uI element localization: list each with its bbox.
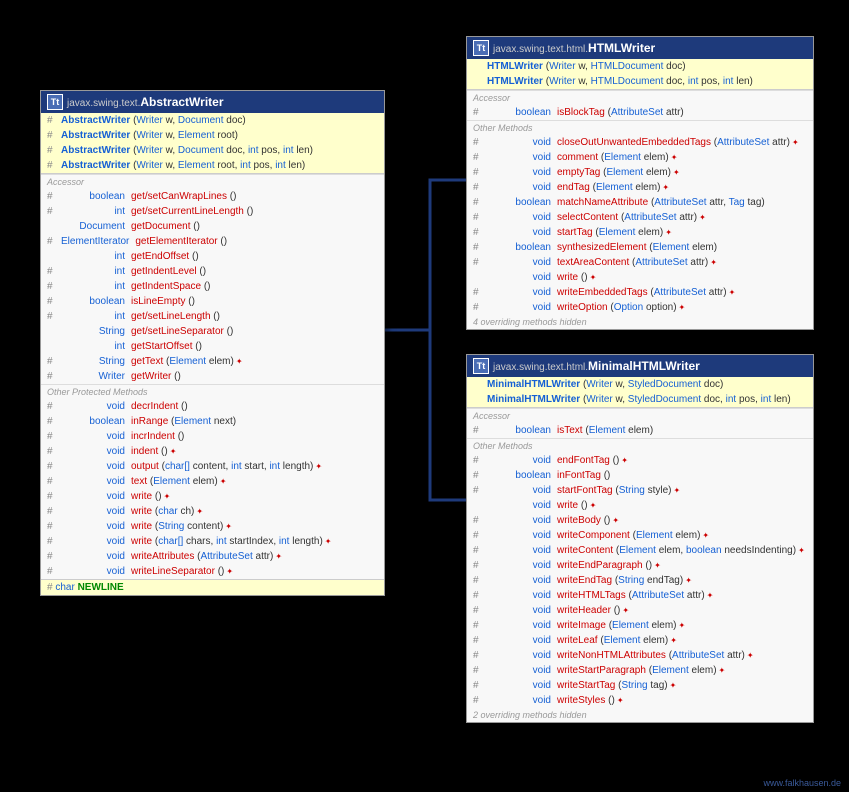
- method: #voidwriteOption (Option option)✦: [467, 300, 813, 315]
- section-title: Accessor: [467, 90, 813, 105]
- constructor: MinimalHTMLWriter (Writer w, StyledDocum…: [467, 392, 813, 407]
- method: intgetEndOffset (): [41, 249, 384, 264]
- method: #booleaninRange (Element next): [41, 414, 384, 429]
- method: #voidselectContent (AttributeSet attr)✦: [467, 210, 813, 225]
- method: #ElementIteratorgetElementIterator (): [41, 234, 384, 249]
- method: #voidwriteEmbeddedTags (AttributeSet att…: [467, 285, 813, 300]
- method: #voidwriteHeader ()✦: [467, 603, 813, 618]
- method: #intget/setCurrentLineLength (): [41, 204, 384, 219]
- method: #StringgetText (Element elem)✦: [41, 354, 384, 369]
- constructor: #AbstractWriter (Writer w, Element root,…: [41, 158, 384, 173]
- method: #voidendTag (Element elem)✦: [467, 180, 813, 195]
- method: DocumentgetDocument (): [41, 219, 384, 234]
- method: #booleansynthesizedElement (Element elem…: [467, 240, 813, 255]
- method: #booleanisBlockTag (AttributeSet attr): [467, 105, 813, 120]
- credit-link[interactable]: www.falkhausen.de: [763, 778, 841, 788]
- type-icon: Tt: [473, 358, 489, 374]
- method: voidwrite ()✦: [467, 498, 813, 513]
- method: voidwrite ()✦: [467, 270, 813, 285]
- hidden-note: 4 overriding methods hidden: [467, 315, 813, 329]
- method: #voidtext (Element elem)✦: [41, 474, 384, 489]
- method: #voidendFontTag ()✦: [467, 453, 813, 468]
- constructors: HTMLWriter (Writer w, HTMLDocument doc)H…: [467, 59, 813, 90]
- method: #voidwriteLineSeparator ()✦: [41, 564, 384, 579]
- method: #voidwrite (String content)✦: [41, 519, 384, 534]
- method: #intgetIndentLevel (): [41, 264, 384, 279]
- class-header: Ttjavax.swing.text.html.HTMLWriter: [467, 37, 813, 59]
- method: #booleanget/setCanWrapLines (): [41, 189, 384, 204]
- method: #WritergetWriter (): [41, 369, 384, 384]
- method: #voidwriteStyles ()✦: [467, 693, 813, 708]
- field: # char NEWLINE: [41, 579, 384, 595]
- method: intgetStartOffset (): [41, 339, 384, 354]
- method: #voidemptyTag (Element elem)✦: [467, 165, 813, 180]
- section-title: Other Methods: [467, 120, 813, 135]
- method: #voidincrIndent (): [41, 429, 384, 444]
- type-icon: Tt: [473, 40, 489, 56]
- section-title: Accessor: [467, 408, 813, 423]
- method: #voidwriteImage (Element elem)✦: [467, 618, 813, 633]
- method: #voidindent ()✦: [41, 444, 384, 459]
- method: #voidwriteStartParagraph (Element elem)✦: [467, 663, 813, 678]
- method: #voidwrite (char ch)✦: [41, 504, 384, 519]
- method: #voidstartTag (Element elem)✦: [467, 225, 813, 240]
- class-header: Ttjavax.swing.text.html.MinimalHTMLWrite…: [467, 355, 813, 377]
- method: #voidwriteAttributes (AttributeSet attr)…: [41, 549, 384, 564]
- method: #voidwriteEndParagraph ()✦: [467, 558, 813, 573]
- constructor: #AbstractWriter (Writer w, Document doc,…: [41, 143, 384, 158]
- method: #intget/setLineLength (): [41, 309, 384, 324]
- constructor: HTMLWriter (Writer w, HTMLDocument doc, …: [467, 74, 813, 89]
- class-box-AbstractWriter: Ttjavax.swing.text.AbstractWriter#Abstra…: [40, 90, 385, 596]
- constructor: HTMLWriter (Writer w, HTMLDocument doc): [467, 59, 813, 74]
- constructor: #AbstractWriter (Writer w, Document doc): [41, 113, 384, 128]
- method: #voidstartFontTag (String style)✦: [467, 483, 813, 498]
- method: #voidwriteLeaf (Element elem)✦: [467, 633, 813, 648]
- method: #booleanmatchNameAttribute (AttributeSet…: [467, 195, 813, 210]
- section-title: Other Protected Methods: [41, 384, 384, 399]
- method: #booleanisText (Element elem): [467, 423, 813, 438]
- constructor: #AbstractWriter (Writer w, Element root): [41, 128, 384, 143]
- hidden-note: 2 overriding methods hidden: [467, 708, 813, 722]
- class-box-MinimalHTMLWriter: Ttjavax.swing.text.html.MinimalHTMLWrite…: [466, 354, 814, 723]
- method: #voidwriteHTMLTags (AttributeSet attr)✦: [467, 588, 813, 603]
- method: #intgetIndentSpace (): [41, 279, 384, 294]
- method: #voidcomment (Element elem)✦: [467, 150, 813, 165]
- method: #voidoutput (char[] content, int start, …: [41, 459, 384, 474]
- method: #booleaninFontTag (): [467, 468, 813, 483]
- class-box-HTMLWriter: Ttjavax.swing.text.html.HTMLWriterHTMLWr…: [466, 36, 814, 330]
- method: #voidwriteEndTag (String endTag)✦: [467, 573, 813, 588]
- method: #voidwrite (char[] chars, int startIndex…: [41, 534, 384, 549]
- method: #voidcloseOutUnwantedEmbeddedTags (Attri…: [467, 135, 813, 150]
- constructors: MinimalHTMLWriter (Writer w, StyledDocum…: [467, 377, 813, 408]
- method: #booleanisLineEmpty (): [41, 294, 384, 309]
- constructors: #AbstractWriter (Writer w, Document doc)…: [41, 113, 384, 174]
- method: #voidwriteComponent (Element elem)✦: [467, 528, 813, 543]
- constructor: MinimalHTMLWriter (Writer w, StyledDocum…: [467, 377, 813, 392]
- section-title: Accessor: [41, 174, 384, 189]
- method: #voidwriteContent (Element elem, boolean…: [467, 543, 813, 558]
- class-header: Ttjavax.swing.text.AbstractWriter: [41, 91, 384, 113]
- method: #voidwriteStartTag (String tag)✦: [467, 678, 813, 693]
- section-title: Other Methods: [467, 438, 813, 453]
- method: #voidwriteBody ()✦: [467, 513, 813, 528]
- type-icon: Tt: [47, 94, 63, 110]
- method: #voidwriteNonHTMLAttributes (AttributeSe…: [467, 648, 813, 663]
- method: #voiddecrIndent (): [41, 399, 384, 414]
- method: #voidwrite ()✦: [41, 489, 384, 504]
- method: #voidtextAreaContent (AttributeSet attr)…: [467, 255, 813, 270]
- method: Stringget/setLineSeparator (): [41, 324, 384, 339]
